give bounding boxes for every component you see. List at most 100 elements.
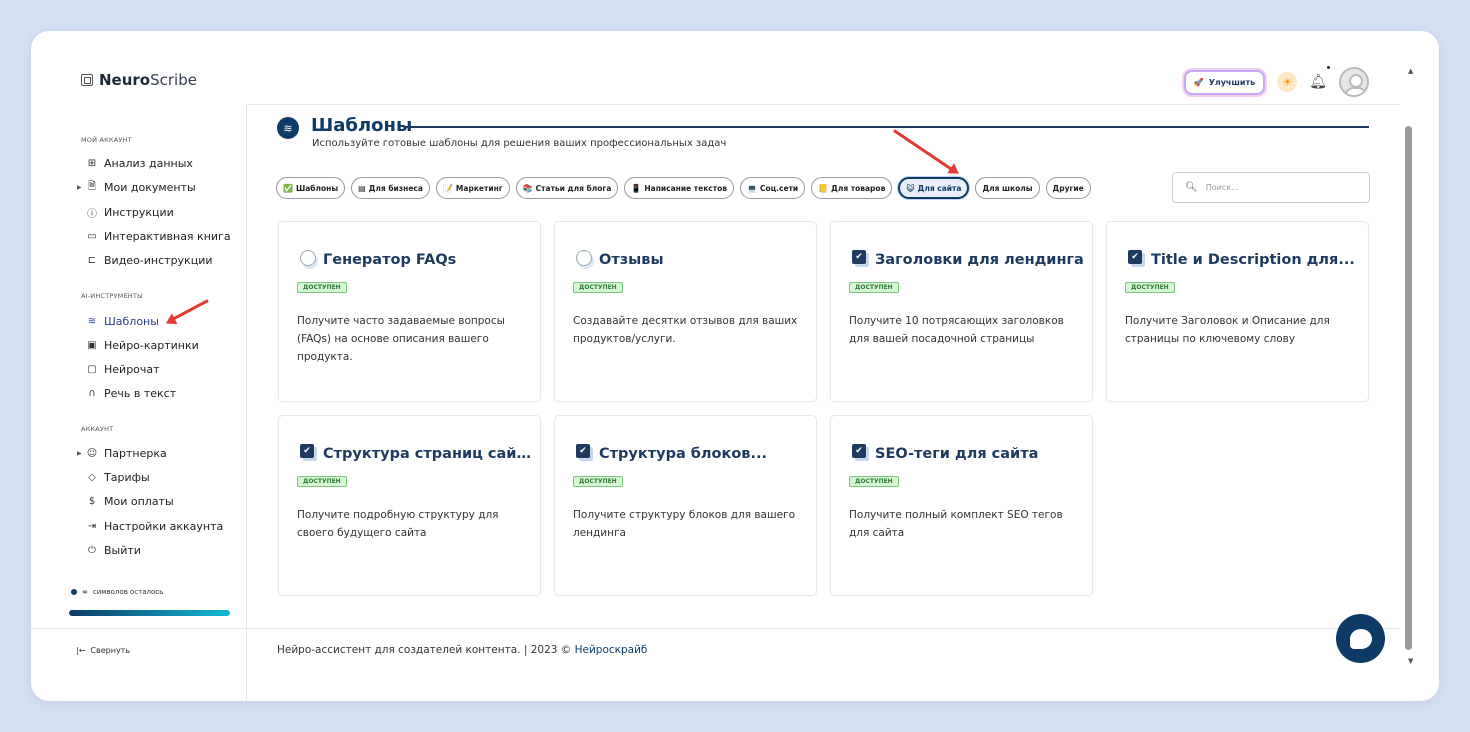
scrollbar-thumb[interactable] — [1405, 126, 1412, 650]
topbar-actions: 🚀 Улучшить ☀ 🔔︎ — [1183, 66, 1369, 97]
page-subtitle: Используйте готовые шаблоны для решения … — [312, 138, 727, 149]
template-card[interactable]: ✔ Title и Description для... ДОСТУПЕН Получ… — [1106, 221, 1369, 402]
footer: Нейро-ассистент для создателей контента.… — [277, 644, 647, 656]
sidebar-item-video-instructions[interactable]: ⊏ Видео-инструкции — [86, 252, 213, 268]
scroll-up-arrow-icon[interactable]: ▲ — [1408, 67, 1413, 75]
sidebar-item-label: Настройки аккаунта — [104, 519, 224, 533]
chip-icon: ✅ — [283, 183, 293, 193]
sidebar-item-account-settings[interactable]: ⇥ Настройки аккаунта — [86, 518, 223, 534]
settings-icon: ⇥ — [87, 520, 97, 532]
sidebar-item-label: Видео-инструкции — [104, 253, 213, 267]
status-badge: ДОСТУПЕН — [1125, 282, 1175, 293]
footer-brand-link[interactable]: Нейроскрайб — [575, 644, 648, 656]
sidebar-item-my-documents[interactable]: ▶ 🗎 Мои документы — [77, 179, 196, 195]
sidebar-item-partner[interactable]: ▶ ☺ Партнерка — [77, 445, 167, 461]
templates-icon: ≋ — [277, 117, 299, 139]
search-icon: 🔍︎ — [1185, 182, 1198, 193]
video-icon: ⊏ — [87, 254, 97, 266]
sidebar-item-label: Мои документы — [104, 180, 196, 194]
sidebar-item-speech-to-text[interactable]: ∩ Речь в текст — [86, 385, 176, 401]
sidebar-item-label: Тарифы — [104, 470, 150, 484]
chip-label: Для сайта — [917, 183, 962, 193]
sidebar-item-my-payments[interactable]: $ Мои оплаты — [86, 493, 174, 509]
checkbox-icon: ✔ — [852, 250, 866, 264]
chip-label: Для товаров — [831, 183, 886, 193]
filter-chip[interactable]: 📱 Написание текстов — [624, 177, 734, 199]
card-description: Получите 10 потрясающих заголовков для в… — [849, 315, 1064, 345]
help-icon: ⓘ — [87, 208, 97, 220]
category-filters: ✅ Шаблоны ▤ Для бизнеса 📝 Маркетинг 📚 Статьи дл… — [276, 177, 1091, 199]
header-divider — [247, 104, 1399, 105]
chip-label: Маркетинг — [455, 183, 503, 193]
filter-chip[interactable]: 📚 Статьи для блога — [515, 177, 619, 199]
card-title: Генератор FAQs — [323, 252, 457, 268]
symbols-progress-fill — [69, 610, 230, 616]
layers-icon: ≋ — [87, 315, 97, 327]
chip-icon: ▤ — [358, 183, 366, 193]
template-card[interactable]: ✔ SEO-теги для сайта ДОСТУПЕН Получите полн… — [830, 415, 1093, 596]
template-card[interactable]: Отзывы ДОСТУПЕН Создавайте десятки отзывов… — [554, 221, 817, 402]
chip-icon: 💻 — [747, 183, 757, 193]
sidebar-item-interactive-book[interactable]: ▭ Интерактивная книга — [86, 228, 230, 244]
scroll-down-arrow-icon[interactable]: ▼ — [1408, 657, 1413, 665]
users-icon: ☺ — [86, 447, 98, 459]
filter-chip[interactable]: Для школы — [975, 177, 1040, 199]
upgrade-button[interactable]: 🚀 Улучшить — [1183, 69, 1266, 95]
chip-icon: 😺 — [906, 183, 915, 193]
card-title: Структура страниц сайта — [323, 446, 533, 462]
filter-chip[interactable]: 💻 Соц.сети — [740, 177, 806, 199]
chip-label: Соц.сети — [759, 183, 799, 193]
image-icon: ▣ — [87, 339, 97, 351]
sidebar-item-logout[interactable]: ⏻ Выйти — [86, 542, 141, 558]
checkbox-icon: ✔ — [852, 444, 866, 458]
sidebar-item-label: Нейро-картинки — [104, 338, 199, 352]
sidebar-item-tariffs[interactable]: ◇ Тарифы — [86, 469, 150, 485]
template-card[interactable]: ✔ Структура блоков... ДОСТУПЕН Получите стр… — [554, 415, 817, 596]
dollar-icon: $ — [88, 495, 96, 507]
template-card[interactable]: Генератор FAQs ДОСТУПЕН Получите часто зад… — [278, 221, 541, 402]
chip-label: Для школы — [982, 183, 1033, 193]
filter-chip[interactable]: 📝 Маркетинг — [435, 177, 510, 199]
footer-divider — [247, 628, 1399, 629]
theme-toggle-sun-icon[interactable]: ☀ — [1277, 72, 1298, 92]
sidebar-item-label: Мои оплаты — [104, 494, 174, 508]
chip-label: Другие — [1052, 183, 1084, 193]
filter-chip[interactable]: ▤ Для бизнеса — [351, 177, 430, 199]
footer-text: Нейро-ассистент для создателей контента.… — [277, 644, 575, 656]
filter-chip[interactable]: 📒 Для товаров — [811, 177, 893, 199]
logo-text-light: Scribe — [150, 71, 197, 89]
template-card[interactable]: ✔ Структура страниц сайта ДОСТУПЕН Получите… — [278, 415, 541, 596]
chip-icon: 📝 — [442, 183, 453, 193]
sidebar-item-data-analysis[interactable]: ⊞ Анализ данных — [86, 155, 193, 171]
filter-chip[interactable]: Другие — [1045, 177, 1091, 199]
filter-chip[interactable]: ✅ Шаблоны — [276, 177, 346, 199]
chip-icon: 📚 — [522, 183, 533, 193]
sidebar-item-neurochat[interactable]: ▢ Нейрочат — [86, 361, 159, 377]
collapse-icon: |← — [76, 646, 86, 655]
card-title: Отзывы — [599, 252, 664, 268]
grid-icon: ⊞ — [87, 157, 97, 169]
status-badge: ДОСТУПЕН — [297, 476, 347, 487]
notification-dot — [1327, 66, 1330, 69]
template-card[interactable]: ✔ Заголовки для лендинга ДОСТУПЕН Получите … — [830, 221, 1093, 402]
chat-icon: ▢ — [87, 363, 97, 375]
chip-icon: 📒 — [818, 183, 829, 193]
notifications-bell-icon[interactable]: 🔔︎ — [1309, 66, 1330, 90]
collapse-button[interactable]: |← Свернуть — [76, 646, 130, 655]
symbols-progress-bar — [69, 610, 230, 616]
card-description: Получите Заголовок и Описание для страни… — [1125, 315, 1330, 345]
tag-icon: ◇ — [88, 471, 96, 483]
app-logo[interactable]: NeuroScribe — [81, 71, 197, 89]
sidebar-item-templates[interactable]: ≋ Шаблоны — [86, 313, 159, 329]
sidebar-item-instructions[interactable]: ⓘ Инструкции — [86, 204, 174, 220]
user-avatar[interactable] — [1339, 67, 1369, 97]
status-badge: ДОСТУПЕН — [849, 476, 899, 487]
checkbox-icon: ✔ — [300, 444, 314, 458]
filter-chip[interactable]: 😺 Для сайта — [898, 177, 970, 199]
search-input[interactable]: 🔍︎ Поиск... — [1172, 172, 1370, 203]
collapse-label: Свернуть — [90, 646, 131, 655]
sidebar-item-neuro-images[interactable]: ▣ Нейро-картинки — [86, 337, 199, 353]
chat-widget-button[interactable] — [1336, 614, 1385, 663]
card-title: SEO-теги для сайта — [875, 446, 1039, 462]
card-description: Получите полный комплект SEO тегов для с… — [849, 509, 1063, 539]
